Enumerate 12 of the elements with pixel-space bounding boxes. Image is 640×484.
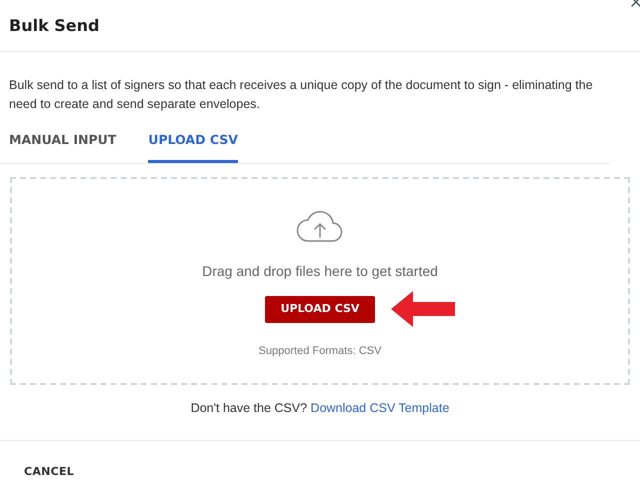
upload-csv-button[interactable]: UPLOAD CSV bbox=[265, 296, 375, 323]
tab[interactable]: UPLOAD CSV bbox=[148, 129, 238, 163]
tab[interactable]: MANUAL INPUT bbox=[9, 129, 116, 163]
arrow-icon bbox=[391, 290, 455, 327]
cancel-button[interactable]: CANCEL bbox=[24, 464, 74, 480]
description: Bulk send to a list of signers so that each receives a unique copy of the document to sign - eliminating the need to create and send separate envelopes. bbox=[8, 77, 594, 113]
supported-formats: Supported Formats: CSV bbox=[258, 344, 382, 359]
dropzone[interactable]: Drag and drop files here to get started UPLOAD CSV Supported Formats: CSV bbox=[10, 176, 630, 385]
drop-prompt: Drag and drop files here to get started bbox=[202, 262, 438, 281]
download-template-link[interactable]: Download CSV Template bbox=[310, 400, 450, 415]
dialog-title: Bulk Send bbox=[9, 14, 100, 36]
template-prompt: Don't have the CSV? Download CSV Template bbox=[190, 400, 450, 417]
